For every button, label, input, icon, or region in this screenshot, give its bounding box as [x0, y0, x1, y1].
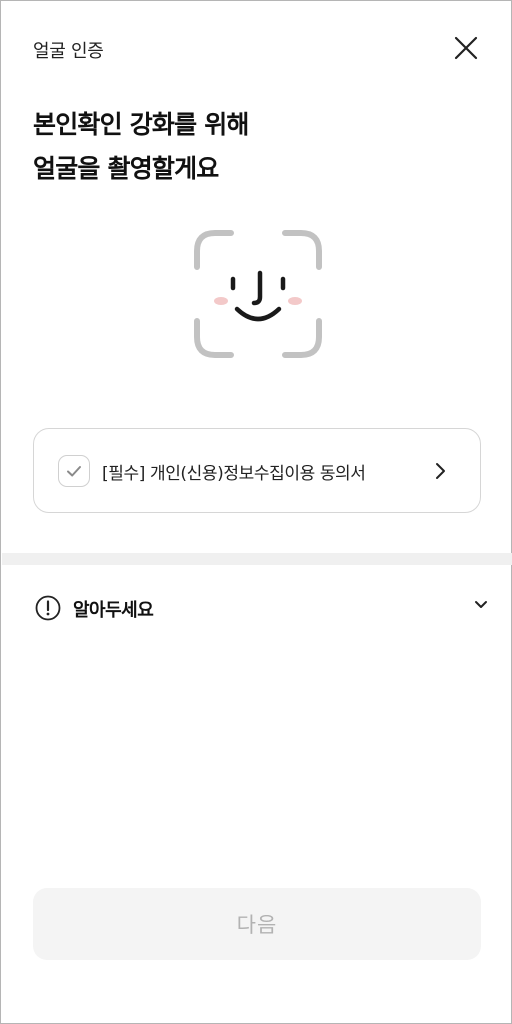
headline: 본인확인 강화를 위해 얼굴을 촬영할게요 [33, 103, 249, 191]
chevron-down-icon[interactable] [471, 595, 491, 615]
left-cheek [214, 297, 228, 305]
headline-line-2: 얼굴을 촬영할게요 [33, 154, 219, 183]
next-button[interactable]: 다음 [33, 888, 481, 960]
consent-row[interactable]: [필수] 개인(신용)정보수집이용 동의서 [33, 428, 481, 513]
exclamation-circle-icon [35, 595, 61, 621]
consent-checkbox[interactable] [58, 455, 90, 487]
right-cheek [288, 297, 302, 305]
check-icon [67, 466, 81, 477]
notice-accordion[interactable]: 알아두세요 [33, 591, 493, 627]
face-scan-icon [194, 230, 322, 358]
notice-label: 알아두세요 [73, 600, 154, 621]
chevron-right-icon[interactable] [430, 461, 450, 481]
consent-label: [필수] 개인(신용)정보수집이용 동의서 [102, 464, 366, 484]
app-screen: 얼굴 인증 본인확인 강화를 위해 얼굴을 촬영할게요 [필수] 개인(신용)정… [0, 0, 512, 1024]
header: 얼굴 인증 [1, 1, 511, 95]
close-icon [454, 36, 478, 60]
headline-line-1: 본인확인 강화를 위해 [33, 110, 249, 139]
page-title: 얼굴 인증 [33, 41, 104, 62]
close-button[interactable] [449, 31, 483, 65]
section-divider [2, 553, 512, 565]
